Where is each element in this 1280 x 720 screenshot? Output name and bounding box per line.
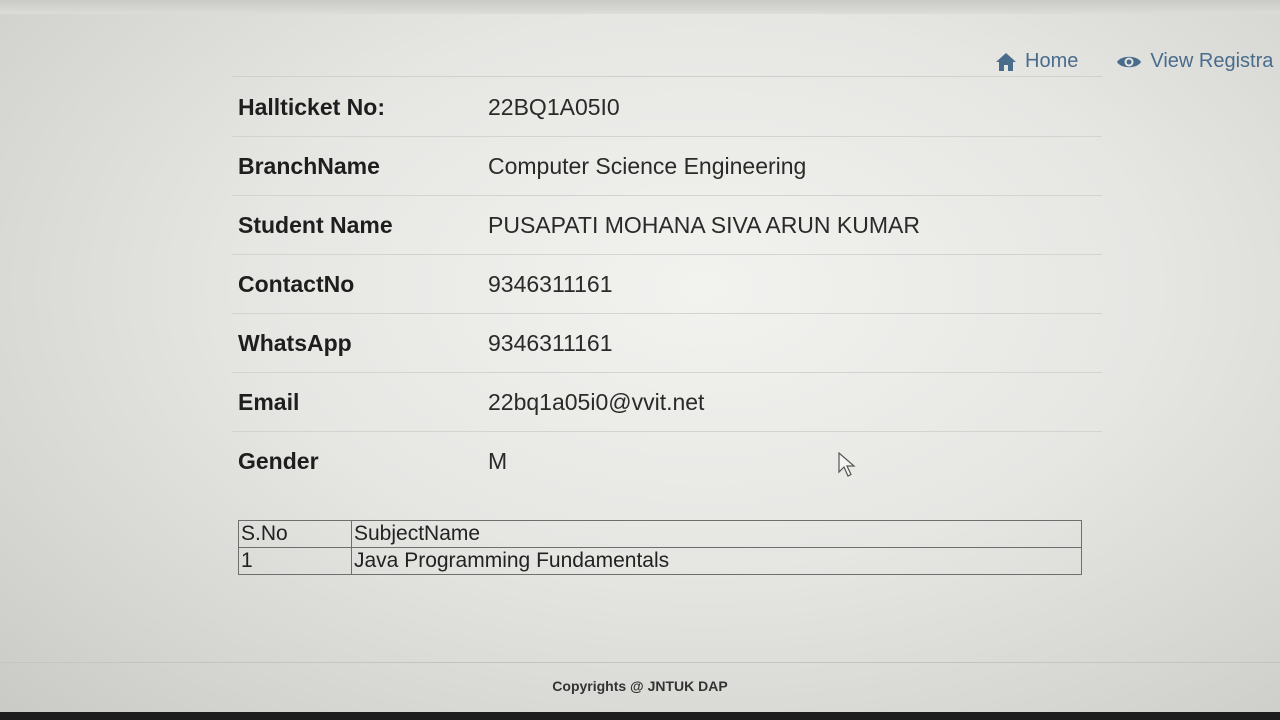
detail-value: 22bq1a05i0@vvit.net [488,388,705,415]
table-header-row: S.No SubjectName [238,520,1082,548]
detail-label: WhatsApp [238,329,352,356]
detail-value: 9346311161 [488,329,613,356]
page-background: Home View Registra Hallticket No: 22BQ1A… [0,0,1280,720]
nav-view-registration-link[interactable]: View Registra [1116,50,1273,73]
detail-label: Gender [238,447,319,474]
footer-copyright: Copyrights @ JNTUK DAP [552,678,728,694]
detail-value: M [488,447,508,474]
screen-bottom-edge [0,712,1280,720]
detail-row-contact: ContactNo 9346311161 [232,255,1102,314]
detail-label: Hallticket No: [238,93,385,120]
detail-label: ContactNo [238,270,355,297]
table-cell-subject-name: Java Programming Fundamentals [351,547,1082,575]
detail-row-whatsapp: WhatsApp 9346311161 [232,314,1102,373]
detail-row-email: Email 22bq1a05i0@vvit.net [232,373,1102,432]
column-header-sno: S.No [238,520,352,548]
subjects-table: S.No SubjectName 1 Java Programming Fund… [238,520,1082,575]
nav-view-registration-label: View Registra [1150,50,1274,72]
detail-value: 9346311161 [488,270,613,297]
student-details: Hallticket No: 22BQ1A05I0 BranchName Com… [232,78,1102,490]
detail-value: 22BQ1A05I0 [488,93,620,120]
detail-label: Student Name [238,211,393,238]
detail-row-hallticket: Hallticket No: 22BQ1A05I0 [232,78,1102,137]
mouse-cursor-icon [838,451,858,483]
table-row: 1 Java Programming Fundamentals [238,547,1082,575]
detail-label: Email [238,388,300,415]
nav-home-label: Home [1025,50,1079,72]
detail-value: PUSAPATI MOHANA SIVA ARUN KUMAR [488,211,920,238]
home-icon [995,52,1017,72]
divider [232,76,1102,77]
detail-row-gender: Gender M [232,432,1102,490]
detail-row-branch: BranchName Computer Science Engineering [232,137,1102,196]
detail-label: BranchName [238,152,380,179]
eye-icon [1116,53,1142,71]
top-nav: Home View Registra [995,50,1273,73]
top-edge [0,0,1280,14]
nav-home-link[interactable]: Home [995,50,1078,73]
footer-divider [0,662,1280,663]
table-cell-sno: 1 [238,547,352,575]
column-header-subject-name: SubjectName [351,520,1082,548]
detail-value: Computer Science Engineering [488,152,807,179]
detail-row-student-name: Student Name PUSAPATI MOHANA SIVA ARUN K… [232,196,1102,255]
